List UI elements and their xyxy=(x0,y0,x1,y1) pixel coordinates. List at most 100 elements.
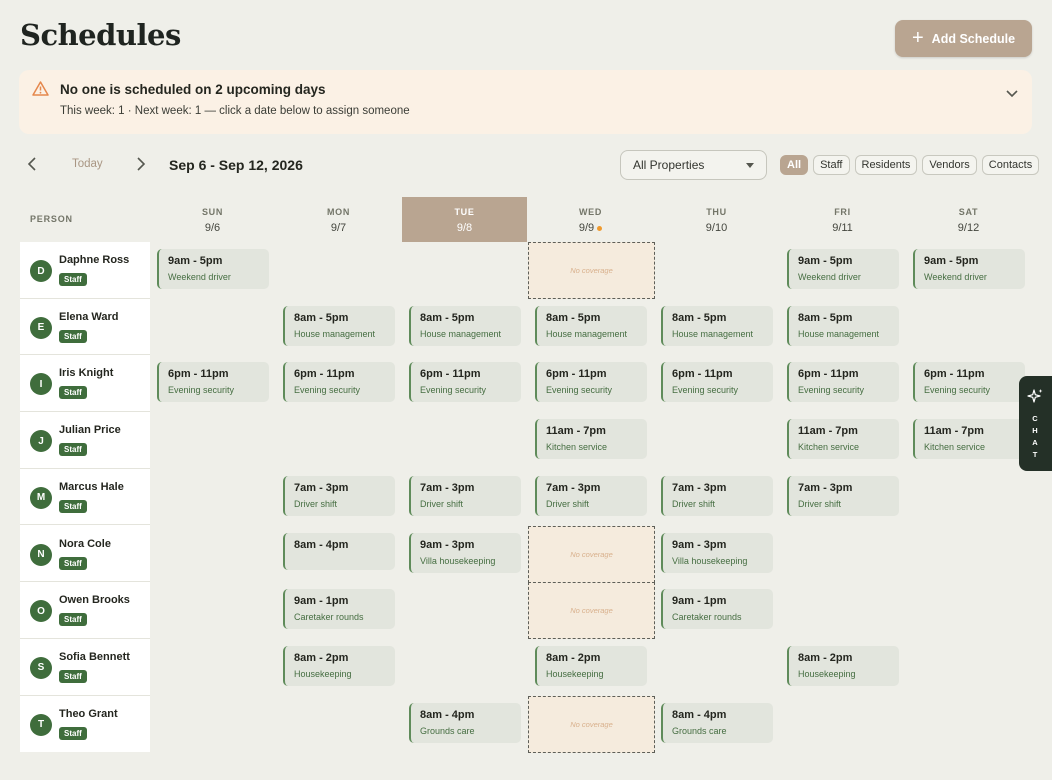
next-week-icon[interactable] xyxy=(133,155,149,178)
filter-chip-contacts[interactable]: Contacts xyxy=(981,155,1040,175)
staff-badge: Staff xyxy=(59,613,87,627)
no-coverage-cell[interactable]: No coverage xyxy=(528,525,655,583)
shift-card[interactable]: 9am - 1pm Caretaker rounds xyxy=(661,589,773,630)
shift-time: 8am - 5pm xyxy=(420,311,475,324)
shift-role: Evening security xyxy=(546,385,613,396)
shift-card[interactable]: 8am - 5pm House management xyxy=(409,305,521,346)
shift-card[interactable]: 6pm - 11pm Evening security xyxy=(157,362,269,403)
shift-card[interactable]: 11am - 7pm Kitchen service xyxy=(787,419,899,460)
add-schedule-button[interactable]: + Add Schedule xyxy=(895,20,1032,57)
shift-card[interactable]: 9am - 5pm Weekend driver xyxy=(787,249,899,289)
shift-card[interactable]: 11am - 7pm Kitchen service xyxy=(913,419,1025,460)
shift-card[interactable]: 7am - 3pm Driver shift xyxy=(409,475,521,516)
shift-card[interactable]: 8am - 2pm Housekeeping xyxy=(787,645,899,686)
day-header-thu[interactable]: THU 9/10 xyxy=(654,197,779,242)
person-row[interactable]: I Iris Knight Staff xyxy=(20,355,150,413)
shift-card[interactable]: 8am - 4pm Grounds care xyxy=(409,702,521,743)
shift-role: Grounds care xyxy=(420,725,475,736)
day-header-tue[interactable]: TUE 9/8 xyxy=(402,197,527,242)
no-coverage-alert[interactable]: No one is scheduled on 2 upcoming days T… xyxy=(19,70,1032,134)
person-row[interactable]: J Julian Price Staff xyxy=(20,412,150,469)
shift-time: 11am - 7pm xyxy=(924,425,984,438)
shift-card[interactable]: 6pm - 11pm Evening security xyxy=(787,362,899,403)
shift-card[interactable]: 8am - 4pm Grounds care xyxy=(661,702,773,743)
chat-label: CHAT xyxy=(1019,413,1052,461)
shift-card[interactable]: 6pm - 11pm Evening security xyxy=(535,362,647,403)
shift-time: 6pm - 11pm xyxy=(798,368,859,381)
person-row[interactable]: O Owen Brooks Staff xyxy=(20,582,150,639)
shift-time: 8am - 5pm xyxy=(672,311,727,324)
shift-card[interactable]: 9am - 1pm Caretaker rounds xyxy=(283,589,395,630)
shift-role: Villa housekeeping xyxy=(420,555,496,566)
shift-role: Kitchen service xyxy=(546,442,608,453)
page-title: Schedules xyxy=(20,18,181,52)
shift-card[interactable]: 8am - 5pm House management xyxy=(661,305,773,346)
person-row[interactable]: E Elena Ward Staff xyxy=(20,299,150,356)
alert-subtitle: This week: 1 · Next week: 1 — click a da… xyxy=(60,105,410,117)
chevron-down-icon[interactable] xyxy=(1005,86,1019,104)
shift-time: 8am - 4pm xyxy=(420,708,475,721)
shift-card[interactable]: 7am - 3pm Driver shift xyxy=(535,475,647,516)
shift-card[interactable]: 7am - 3pm Driver shift xyxy=(283,475,395,516)
day-date: 9/6 xyxy=(150,222,275,234)
filter-chip-all[interactable]: All xyxy=(780,155,809,175)
person-row[interactable]: M Marcus Hale Staff xyxy=(20,469,150,526)
day-date-text: 9/8 xyxy=(456,222,473,234)
property-select[interactable]: All Properties xyxy=(620,150,767,180)
shift-card[interactable]: 6pm - 11pm Evening security xyxy=(409,362,521,403)
day-header-wed[interactable]: WED 9/9 xyxy=(528,197,653,242)
person-row[interactable]: D Daphne Ross Staff xyxy=(20,242,150,299)
shift-card[interactable]: 8am - 4pm xyxy=(283,532,395,570)
shift-card[interactable]: 9am - 3pm Villa housekeeping xyxy=(409,532,521,573)
shift-time: 6pm - 11pm xyxy=(672,368,733,381)
shift-time: 7am - 3pm xyxy=(294,481,349,494)
shift-card[interactable]: 8am - 2pm Housekeeping xyxy=(283,645,395,686)
filter-chip-residents[interactable]: Residents xyxy=(854,155,918,175)
shift-card[interactable]: 6pm - 11pm Evening security xyxy=(913,362,1025,403)
day-name: MON xyxy=(326,207,351,217)
chat-tab[interactable]: CHAT xyxy=(1019,376,1052,471)
filter-chips: All Staff Residents Vendors Contacts xyxy=(780,155,1040,175)
staff-badge: Staff xyxy=(59,669,87,683)
shift-role: House management xyxy=(546,328,628,339)
add-schedule-label: Add Schedule xyxy=(931,31,1016,46)
person-row[interactable]: S Sofia Bennett Staff xyxy=(20,639,150,696)
shift-time: 8am - 5pm xyxy=(798,311,853,324)
shift-card[interactable]: 8am - 5pm House management xyxy=(283,305,395,346)
shift-role: House management xyxy=(420,328,502,339)
day-date: 9/8 xyxy=(402,222,527,234)
person-row[interactable]: T Theo Grant Staff xyxy=(20,696,150,753)
shift-card[interactable]: 8am - 5pm House management xyxy=(535,305,647,346)
no-coverage-cell[interactable]: No coverage xyxy=(528,242,655,299)
no-coverage-cell[interactable]: No coverage xyxy=(528,695,655,753)
previous-week-icon[interactable] xyxy=(24,155,40,178)
shift-card[interactable]: 11am - 7pm Kitchen service xyxy=(535,419,647,460)
day-header-fri[interactable]: FRI 9/11 xyxy=(780,197,905,242)
shift-card[interactable]: 9am - 5pm Weekend driver xyxy=(913,249,1025,289)
shift-card[interactable]: 8am - 2pm Housekeeping xyxy=(535,645,647,686)
avatar: O xyxy=(30,600,52,623)
day-header-mon[interactable]: MON 9/7 xyxy=(276,197,401,242)
day-header-sun[interactable]: SUN 9/6 xyxy=(150,197,275,242)
chat-letter: T xyxy=(1032,450,1039,459)
day-date-text: 9/10 xyxy=(705,222,728,234)
shift-card[interactable]: 6pm - 11pm Evening security xyxy=(283,362,395,403)
filter-chip-staff[interactable]: Staff xyxy=(813,155,850,175)
no-coverage-cell[interactable]: No coverage xyxy=(528,582,655,640)
day-date: 9/7 xyxy=(276,222,401,234)
shift-card[interactable]: 9am - 3pm Villa housekeeping xyxy=(661,532,773,573)
person-row[interactable]: N Nora Cole Staff xyxy=(20,526,150,583)
date-range: Sep 6 - Sep 12, 2026 xyxy=(169,157,303,173)
today-button[interactable]: Today xyxy=(72,158,103,170)
shift-card[interactable]: 9am - 5pm Weekend driver xyxy=(157,249,269,289)
shift-time: 6pm - 11pm xyxy=(546,368,607,381)
shift-card[interactable]: 6pm - 11pm Evening security xyxy=(661,362,773,403)
shift-card[interactable]: 7am - 3pm Driver shift xyxy=(661,475,773,516)
person-name: Owen Brooks xyxy=(59,594,130,607)
day-name: SAT xyxy=(958,207,979,217)
filter-chip-vendors[interactable]: Vendors xyxy=(922,155,977,175)
shift-card[interactable]: 7am - 3pm Driver shift xyxy=(787,475,899,516)
shift-role: Driver shift xyxy=(420,498,464,509)
day-header-sat[interactable]: SAT 9/12 xyxy=(906,197,1031,242)
shift-card[interactable]: 8am - 5pm House management xyxy=(787,305,899,346)
